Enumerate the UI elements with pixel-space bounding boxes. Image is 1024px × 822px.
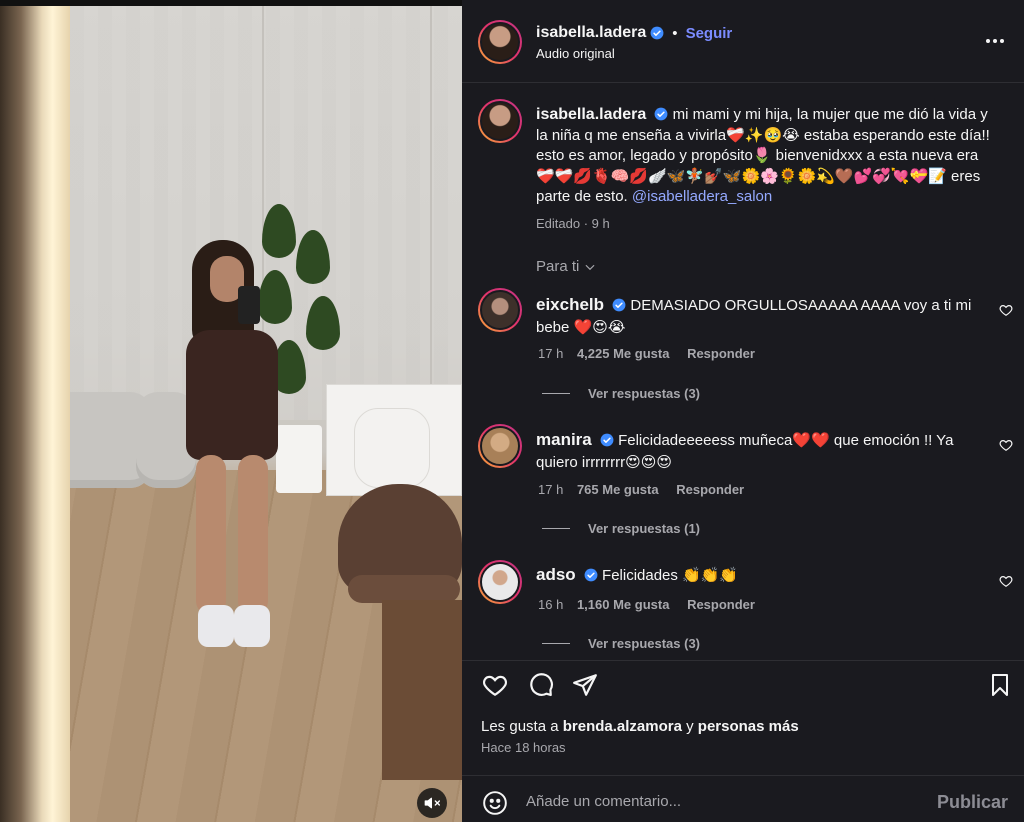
view-replies-button[interactable]: Ver respuestas (3) [542, 386, 700, 401]
phone [238, 286, 260, 324]
person-body [186, 330, 278, 460]
comment-sort-label: Para ti [536, 258, 580, 275]
post-media[interactable] [0, 0, 462, 822]
comment-text: Felicidadeeeeess muñeca❤️❤️ que emoción … [536, 432, 954, 471]
person-shoe [198, 605, 234, 647]
person-shoe [234, 605, 270, 647]
emoji-icon[interactable] [482, 790, 508, 816]
replies-line [542, 528, 570, 529]
replies-line [542, 393, 570, 394]
likes-joiner: y [686, 718, 694, 735]
salon-trolley [382, 600, 462, 780]
replies-line [542, 643, 570, 644]
audio-label[interactable]: Audio original [536, 46, 732, 61]
chevron-down-icon [585, 264, 595, 270]
footer-divider [462, 775, 1024, 776]
comment-like-heart-icon[interactable] [999, 303, 1013, 317]
comment-icon[interactable] [528, 672, 554, 698]
separator-dot: • [672, 24, 678, 42]
bookmark-icon[interactable] [988, 672, 1012, 698]
comment-reply-button[interactable]: Responder [687, 346, 755, 361]
wall-seam [430, 0, 432, 390]
person-leg [196, 455, 226, 615]
comment-like-heart-icon[interactable] [999, 574, 1013, 588]
comment-like-heart-icon[interactable] [999, 438, 1013, 452]
share-icon[interactable] [572, 672, 598, 698]
caption-avatar[interactable] [478, 99, 522, 143]
comment-meta: 16 h 1,160 Me gusta Responder [538, 597, 769, 612]
comment-item: eixchelb DEMASIADO ORGULLOSAAAAA AAAA vo… [536, 294, 976, 338]
view-replies-button[interactable]: Ver respuestas (3) [542, 636, 700, 651]
comment-author[interactable]: adso [536, 565, 576, 584]
comment-time: 16 h [538, 597, 564, 612]
mute-button[interactable] [417, 788, 447, 818]
comment-meta: 17 h 4,225 Me gusta Responder [538, 346, 769, 361]
comment-text: Felicidades 👏👏👏 [602, 567, 739, 584]
heart-icon[interactable] [482, 672, 508, 698]
comment-item: manira Felicidadeeeeess muñeca❤️❤️ que e… [536, 429, 976, 473]
post-action-bar [480, 672, 1012, 700]
mirror-light-edge [0, 0, 70, 822]
view-replies-label: Ver respuestas (1) [588, 521, 701, 536]
comment-avatar[interactable] [478, 560, 522, 604]
post-header: isabella.ladera • Seguir Audio original [536, 24, 732, 61]
comment-likes[interactable]: 765 Me gusta [577, 482, 659, 497]
comment-author[interactable]: eixchelb [536, 295, 604, 314]
header-divider [462, 82, 1024, 83]
comment-time: 17 h [538, 482, 564, 497]
comment-time: 17 h [538, 346, 564, 361]
likes-user-link[interactable]: brenda.alzamora [563, 718, 682, 735]
likes-summary: Les gusta a brenda.alzamora y personas m… [481, 718, 799, 735]
person-leg [238, 455, 268, 615]
verified-icon [612, 298, 626, 312]
comment-avatar[interactable] [478, 424, 522, 468]
comment-likes[interactable]: 1,160 Me gusta [577, 597, 670, 612]
author-username[interactable]: isabella.ladera [536, 24, 646, 42]
caption-mention-link[interactable]: @isabelladera_salon [632, 188, 772, 205]
comments-divider [462, 660, 1024, 661]
comment-likes[interactable]: 4,225 Me gusta [577, 346, 670, 361]
comment-avatar[interactable] [478, 288, 522, 332]
salon-chair-seat [348, 575, 460, 603]
view-replies-label: Ver respuestas (3) [588, 386, 701, 401]
comment-sort-dropdown[interactable]: Para ti [536, 258, 597, 275]
more-icon [986, 39, 990, 43]
comment-item: adso Felicidades 👏👏👏 [536, 564, 976, 587]
likes-prefix: Les gusta a [481, 718, 559, 735]
verified-icon [600, 433, 614, 447]
view-replies-button[interactable]: Ver respuestas (1) [542, 521, 700, 536]
comment-reply-button[interactable]: Responder [687, 597, 755, 612]
likes-others-link[interactable]: personas más [698, 718, 799, 735]
view-replies-label: Ver respuestas (3) [588, 636, 701, 651]
author-avatar[interactable] [478, 20, 522, 64]
post-time: Hace 18 horas [481, 740, 566, 755]
post-caption: isabella.ladera mi mami y mi hija, la mu… [536, 105, 990, 234]
top-strip [0, 0, 462, 6]
publish-button[interactable]: Publicar [937, 792, 1008, 813]
mute-icon [424, 797, 440, 809]
comment-reply-button[interactable]: Responder [676, 482, 744, 497]
verified-icon [655, 107, 668, 121]
plant-pot [276, 425, 322, 493]
more-options-button[interactable] [986, 36, 1008, 46]
white-chair [354, 408, 430, 488]
comment-input[interactable] [526, 793, 906, 810]
verified-icon [584, 568, 598, 582]
comment-meta: 17 h 765 Me gusta Responder [538, 482, 758, 497]
caption-edited: Editado · 9 h [536, 215, 610, 231]
comment-author[interactable]: manira [536, 430, 592, 449]
caption-author[interactable]: isabella.ladera [536, 106, 646, 123]
follow-button[interactable]: Seguir [686, 25, 733, 42]
verified-icon [650, 26, 664, 40]
